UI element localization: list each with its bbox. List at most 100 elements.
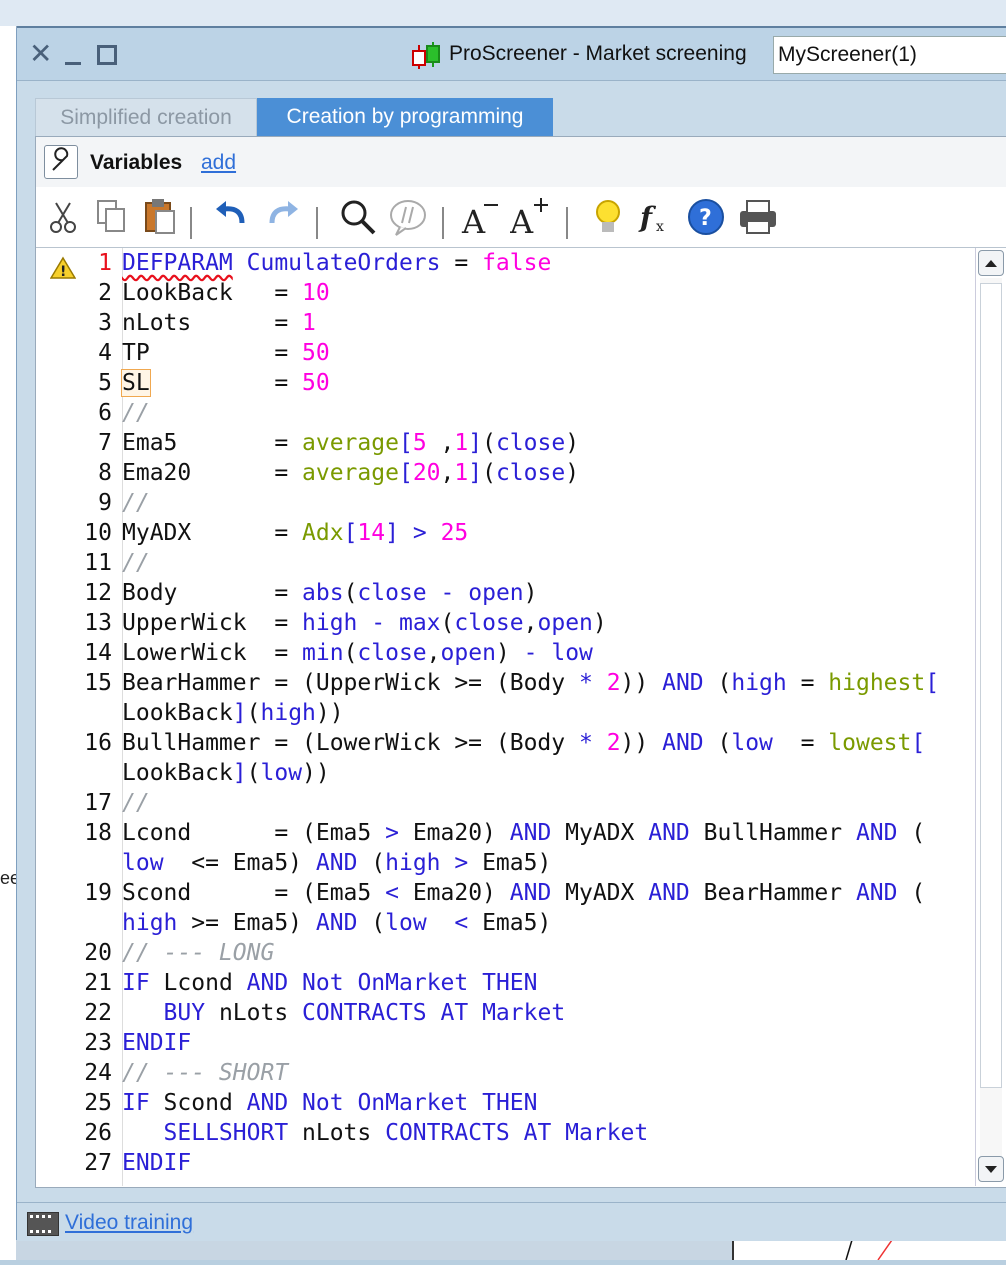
line-number: 15 bbox=[84, 670, 112, 696]
code-line: LookBack](low)) bbox=[122, 760, 330, 786]
code-line: high >= Ema5) AND (low < Ema5) bbox=[122, 910, 552, 936]
vertical-scrollbar[interactable] bbox=[975, 248, 1006, 1186]
redo-icon[interactable] bbox=[262, 197, 302, 237]
toolbar-separator bbox=[442, 207, 444, 239]
line-number: 23 bbox=[84, 1030, 112, 1056]
code-line: Ema20 = average[20,1](close) bbox=[122, 460, 580, 486]
scroll-down-button[interactable] bbox=[978, 1156, 1004, 1182]
window-title: ProScreener - Market screening bbox=[449, 42, 747, 65]
line-number: 18 bbox=[84, 820, 112, 846]
line-number: 11 bbox=[84, 550, 112, 576]
line-number: 26 bbox=[84, 1120, 112, 1146]
code-line: SELLSHORT nLots CONTRACTS AT Market bbox=[163, 1120, 649, 1146]
undo-icon[interactable] bbox=[212, 197, 252, 237]
svg-text:A: A bbox=[510, 203, 534, 237]
maximize-icon[interactable] bbox=[97, 45, 117, 65]
minimize-icon[interactable] bbox=[65, 62, 81, 65]
line-number: 5 bbox=[98, 370, 112, 396]
programming-panel: Variables add A A fx ? ! 1 2 3 4 5 6 7 8… bbox=[35, 136, 1006, 1188]
background-left-panel bbox=[0, 26, 17, 1260]
line-number: 10 bbox=[84, 520, 112, 546]
line-number: 12 bbox=[84, 580, 112, 606]
toolbar-separator bbox=[566, 207, 568, 239]
line-number: 2 bbox=[98, 280, 112, 306]
increase-font-icon[interactable]: A bbox=[510, 197, 550, 237]
code-line: // bbox=[122, 490, 150, 516]
search-icon[interactable] bbox=[338, 197, 378, 237]
paste-icon[interactable] bbox=[140, 197, 180, 237]
code-line: DEFPARAM CumulateOrders = false bbox=[122, 250, 552, 276]
footer-bar: Video training bbox=[17, 1202, 1006, 1241]
code-line: // --- LONG bbox=[122, 940, 275, 966]
line-number: 19 bbox=[84, 880, 112, 906]
tab-simplified-creation[interactable]: Simplified creation bbox=[35, 98, 257, 136]
code-line: IF Lcond AND Not OnMarket THEN bbox=[122, 970, 538, 996]
line-number: 16 bbox=[84, 730, 112, 756]
code-line: Lcond = (Ema5 > Ema20) AND MyADX AND Bul… bbox=[122, 820, 926, 846]
tab-creation-by-programming[interactable]: Creation by programming bbox=[257, 98, 553, 136]
line-number: 3 bbox=[98, 310, 112, 336]
code-line: IF Scond AND Not OnMarket THEN bbox=[122, 1090, 538, 1116]
code-line: TP = 50 bbox=[122, 340, 330, 366]
code-line: low <= Ema5) AND (high > Ema5) bbox=[122, 850, 552, 876]
code-line: // --- SHORT bbox=[122, 1060, 289, 1086]
code-line: UpperWick = high - max(close,open) bbox=[122, 610, 607, 636]
line-number: 7 bbox=[98, 430, 112, 456]
toolbar-separator bbox=[190, 207, 192, 239]
code-line: ENDIF bbox=[122, 1150, 192, 1176]
code-area[interactable]: DEFPARAM CumulateOrders = false LookBack… bbox=[121, 248, 972, 1186]
add-variable-link[interactable]: add bbox=[201, 151, 236, 175]
code-line: BUY nLots CONTRACTS AT Market bbox=[163, 1000, 566, 1026]
decrease-font-icon[interactable]: A bbox=[460, 197, 500, 237]
line-number-gutter: ! 1 2 3 4 5 6 7 8 9 10 11 12 13 14 15 16… bbox=[36, 248, 123, 1186]
lightbulb-icon[interactable] bbox=[588, 197, 628, 237]
line-number: 13 bbox=[84, 610, 112, 636]
film-icon bbox=[27, 1212, 59, 1236]
code-line: Ema5 = average[5 ,1](close) bbox=[122, 430, 580, 456]
help-icon[interactable]: ? bbox=[686, 197, 726, 237]
function-icon[interactable]: fx bbox=[636, 197, 676, 237]
line-number: 21 bbox=[84, 970, 112, 996]
chart-lines bbox=[845, 1239, 893, 1261]
video-training-link[interactable]: Video training bbox=[65, 1211, 193, 1235]
code-line: MyADX = Adx[14] > 25 bbox=[122, 520, 469, 546]
scroll-thumb[interactable] bbox=[980, 283, 1002, 1088]
close-icon[interactable]: ✕ bbox=[29, 40, 52, 68]
line-number: 4 bbox=[98, 340, 112, 366]
code-line: SL = 50 bbox=[121, 369, 330, 397]
code-line: BullHammer = (LowerWick >= (Body * 2)) A… bbox=[122, 730, 926, 756]
wrench-icon[interactable] bbox=[44, 145, 78, 179]
cut-icon[interactable] bbox=[44, 197, 84, 237]
comment-icon[interactable] bbox=[388, 197, 428, 237]
code-line: LookBack](high)) bbox=[122, 700, 344, 726]
line-number: 8 bbox=[98, 460, 112, 486]
code-line: LookBack = 10 bbox=[122, 280, 330, 306]
print-icon[interactable] bbox=[738, 197, 778, 237]
code-editor[interactable]: ! 1 2 3 4 5 6 7 8 9 10 11 12 13 14 15 16… bbox=[36, 247, 1006, 1186]
line-number: 1 bbox=[98, 250, 112, 276]
line-number: 17 bbox=[84, 790, 112, 816]
proscreener-window: ✕ ProScreener - Market screening MyScree… bbox=[16, 28, 1006, 1241]
variables-bar: Variables add bbox=[36, 137, 1006, 188]
toolbar-separator bbox=[316, 207, 318, 239]
code-line: nLots = 1 bbox=[122, 310, 316, 336]
screener-name-field[interactable]: MyScreener(1) bbox=[773, 36, 1006, 74]
chevron-up-icon bbox=[985, 260, 997, 267]
code-line: Scond = (Ema5 < Ema20) AND MyADX AND Bea… bbox=[122, 880, 926, 906]
line-number: 25 bbox=[84, 1090, 112, 1116]
scroll-up-button[interactable] bbox=[978, 250, 1004, 276]
line-number: 9 bbox=[98, 490, 112, 516]
copy-icon[interactable] bbox=[92, 197, 132, 237]
svg-text:?: ? bbox=[699, 206, 712, 231]
background-chart bbox=[732, 1239, 1006, 1261]
line-number: 20 bbox=[84, 940, 112, 966]
code-line: // bbox=[122, 550, 150, 576]
code-line: LowerWick = min(close,open) - low bbox=[122, 640, 593, 666]
code-line: // bbox=[122, 790, 150, 816]
candlestick-icon bbox=[412, 42, 440, 69]
svg-text:A: A bbox=[461, 203, 486, 237]
code-line: // bbox=[122, 400, 150, 426]
line-number: 24 bbox=[84, 1060, 112, 1086]
line-number: 14 bbox=[84, 640, 112, 666]
code-line: ENDIF bbox=[122, 1030, 192, 1056]
